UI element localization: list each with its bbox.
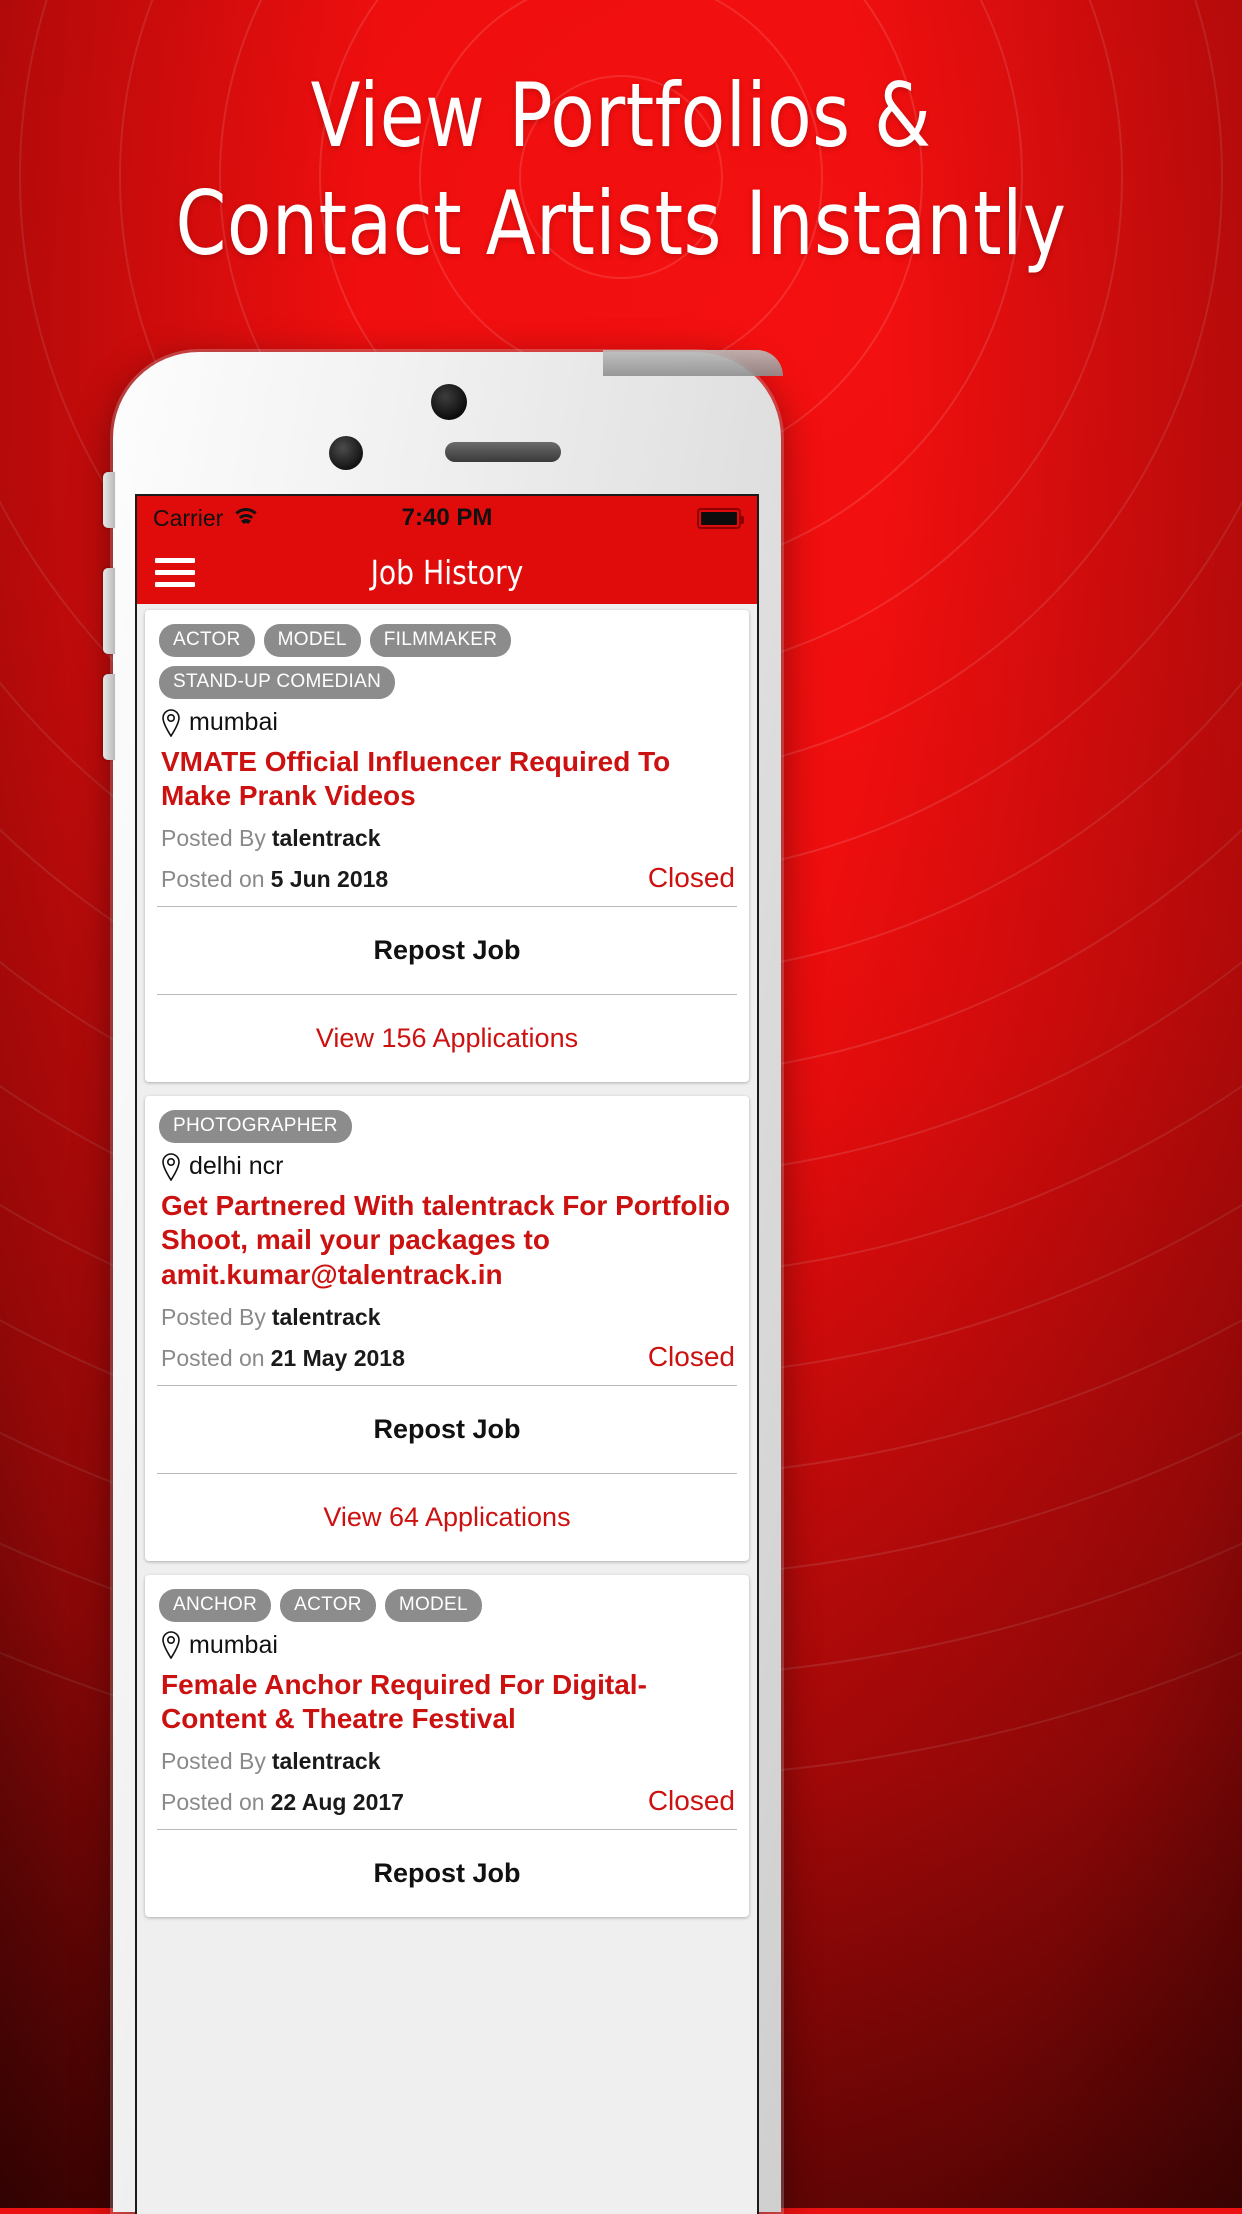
posted-by-value: talentrack [271,1748,381,1775]
phone-screen: Carrier 7:40 PM Job History ACTOR MODEL FI… [135,494,759,2214]
job-tag: ANCHOR [159,1588,272,1622]
job-tag-list: ANCHOR ACTOR MODEL [159,1588,735,1622]
repost-job-button[interactable]: Repost Job [159,1830,735,1917]
posted-by-value: talentrack [271,825,381,852]
posted-on-group: Posted on 5 Jun 2018 [161,866,648,893]
job-location: mumbai [161,708,735,737]
job-tag: MODEL [263,624,361,657]
job-history-list[interactable]: ACTOR MODEL FILMMAKER STAND-UP COMEDIAN mum… [137,604,757,2214]
posted-on-value: 5 Jun 2018 [270,866,389,893]
posted-by-label: Posted By [161,1303,266,1330]
job-posted-by-row: Posted By talentrack [161,1304,735,1331]
posted-on-label: Posted on [161,866,265,893]
job-title[interactable]: VMATE Official Influencer Required To Ma… [161,745,735,813]
view-applications-link[interactable]: View 156 Applications [159,995,735,1082]
app-navigation-bar: Job History [137,540,757,604]
posted-on-value: 21 May 2018 [270,1344,405,1371]
phone-mockup: Carrier 7:40 PM Job History ACTOR MODEL FI… [103,350,783,2214]
job-tag-list: ACTOR MODEL FILMMAKER STAND-UP COMEDIAN [159,624,735,699]
job-card[interactable]: PHOTOGRAPHER delhi ncr Get Partnered Wit… [145,1096,749,1561]
job-tag: STAND-UP COMEDIAN [159,666,396,699]
posted-on-group: Posted on 22 Aug 2017 [161,1789,648,1816]
phone-volume-up-button [103,568,115,654]
job-location-label: mumbai [189,1630,278,1659]
job-card[interactable]: ANCHOR ACTOR MODEL mumbai Female Anchor Re… [145,1574,749,1918]
job-posted-by-row: Posted By talentrack [161,1748,735,1775]
job-location: delhi ncr [161,1152,735,1181]
posted-on-group: Posted on 21 May 2018 [161,1345,648,1372]
location-pin-icon [161,708,181,737]
job-location: mumbai [161,1631,735,1660]
page-title: Job History [370,552,524,592]
phone-volume-down-button [103,674,115,760]
job-tag: ACTOR [159,624,255,657]
repost-job-button[interactable]: Repost Job [159,1386,735,1473]
posted-by-label: Posted By [161,1748,266,1775]
posted-on-label: Posted on [161,1789,265,1816]
posted-by-value: talentrack [271,1303,381,1330]
status-bar-right [697,507,744,529]
location-pin-icon [161,1153,181,1181]
phone-mute-switch [103,472,115,528]
posted-by-label: Posted By [161,825,266,852]
job-location-label: delhi ncr [189,1152,284,1181]
job-posted-by-row: Posted By talentrack [161,825,735,852]
repost-job-button[interactable]: Repost Job [159,907,735,994]
location-pin-icon [161,1631,181,1660]
phone-earpiece-speaker [445,442,561,462]
phone-front-camera [329,436,363,470]
job-tag: ACTOR [280,1588,376,1622]
posted-on-label: Posted on [161,1344,265,1371]
job-posted-on-row: Posted on 5 Jun 2018 Closed [161,862,735,894]
status-bar: Carrier 7:40 PM [137,496,757,540]
job-tag: MODEL [384,1588,482,1622]
promo-headline-line1: View Portfolios & [310,64,932,167]
job-posted-on-row: Posted on 21 May 2018 Closed [161,1341,735,1373]
job-title[interactable]: Get Partnered With talentrack For Portfo… [161,1189,735,1291]
status-badge: Closed [647,1785,735,1817]
posted-on-value: 22 Aug 2017 [270,1789,404,1816]
status-badge: Closed [647,1340,735,1372]
status-bar-clock: 7:40 PM [401,504,493,531]
job-posted-on-row: Posted on 22 Aug 2017 Closed [161,1785,735,1817]
phone-proximity-sensor [431,384,467,420]
promo-headline: View Portfolios & Contact Artists Instan… [0,72,1242,268]
job-location-label: mumbai [189,708,278,736]
job-tag: FILMMAKER [369,624,512,657]
status-badge: Closed [647,862,735,894]
view-applications-link[interactable]: View 64 Applications [159,1474,735,1561]
job-tag-list: PHOTOGRAPHER [159,1110,735,1144]
job-title[interactable]: Female Anchor Required For Digital-Conte… [161,1668,735,1736]
job-tag: PHOTOGRAPHER [159,1110,352,1144]
hamburger-menu-icon[interactable] [155,557,195,587]
job-card[interactable]: ACTOR MODEL FILMMAKER STAND-UP COMEDIAN mum… [145,610,749,1083]
battery-icon [697,507,744,529]
promo-headline-line2: Contact Artists Instantly [175,172,1067,275]
